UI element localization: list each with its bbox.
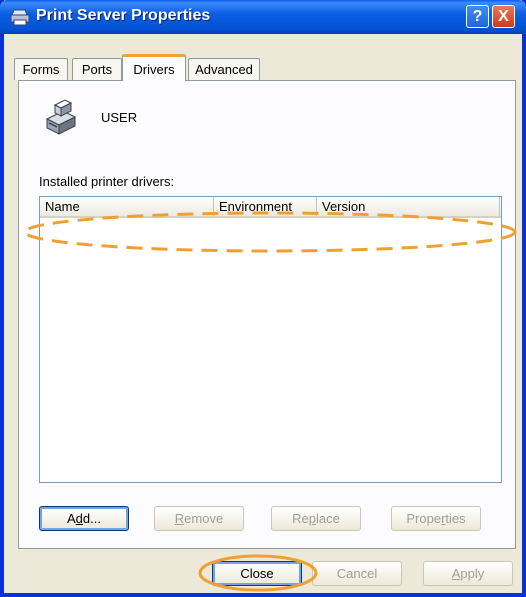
remove-label-post: emove [184, 511, 224, 526]
driver-properties-button[interactable]: Prope r ties [391, 506, 481, 531]
drivers-tab-panel: USER Installed printer drivers: Name Env… [18, 80, 516, 549]
properties-label-pre: Prope [406, 511, 442, 526]
apply-button[interactable]: Apply [423, 561, 513, 586]
server-name: USER [101, 110, 138, 125]
add-label-post: d... [82, 511, 101, 526]
list-header: Name Environment Version [40, 197, 501, 218]
tab-forms-label: Forms [22, 62, 60, 77]
column-header-name[interactable]: Name [40, 197, 214, 216]
properties-label-post: ties [445, 511, 466, 526]
replace-label-pre: Re [292, 511, 309, 526]
column-header-version[interactable]: Version [317, 197, 500, 216]
close-label: Close [240, 566, 274, 581]
installed-drivers-label: Installed printer drivers: [39, 174, 175, 189]
print-server-icon [45, 99, 77, 135]
add-driver-button[interactable]: Ad d... [39, 506, 129, 531]
list-body[interactable] [40, 218, 501, 482]
apply-label-key: A [451, 566, 461, 581]
cancel-label: Cancel [336, 566, 378, 581]
add-label-pre: A [67, 511, 76, 526]
cancel-button[interactable]: Cancel [312, 561, 402, 586]
close-icon: X [498, 7, 509, 25]
print-server-properties-window: Print Server Properties ? X Forms Ports … [0, 0, 526, 597]
tab-drivers[interactable]: Drivers [122, 54, 186, 81]
window-title: Print Server Properties [36, 7, 211, 24]
tab-forms[interactable]: Forms [14, 58, 68, 80]
tab-drivers-label: Drivers [133, 61, 175, 77]
apply-label-post: pply [460, 566, 485, 581]
replace-label-key: p [308, 511, 316, 526]
help-button[interactable]: ? [466, 5, 489, 28]
replace-label-post: lace [316, 511, 340, 526]
tab-ports[interactable]: Ports [72, 58, 122, 80]
replace-driver-button[interactable]: Re p lace [271, 506, 361, 531]
close-window-button[interactable]: X [492, 5, 515, 28]
help-icon: ? [472, 7, 483, 25]
tab-advanced[interactable]: Advanced [188, 58, 260, 80]
remove-driver-button[interactable]: Remove [154, 506, 244, 531]
installed-drivers-list[interactable]: Name Environment Version [39, 196, 502, 483]
column-header-environment[interactable]: Environment [214, 197, 317, 216]
close-button[interactable]: Close [212, 561, 302, 586]
remove-label-key: R [174, 511, 185, 526]
printer-icon [10, 9, 30, 26]
add-label-key: d [75, 511, 83, 526]
tab-ports-label: Ports [81, 62, 113, 77]
title-bar[interactable]: Print Server Properties ? X [0, 0, 526, 34]
tab-advanced-label: Advanced [195, 62, 253, 77]
